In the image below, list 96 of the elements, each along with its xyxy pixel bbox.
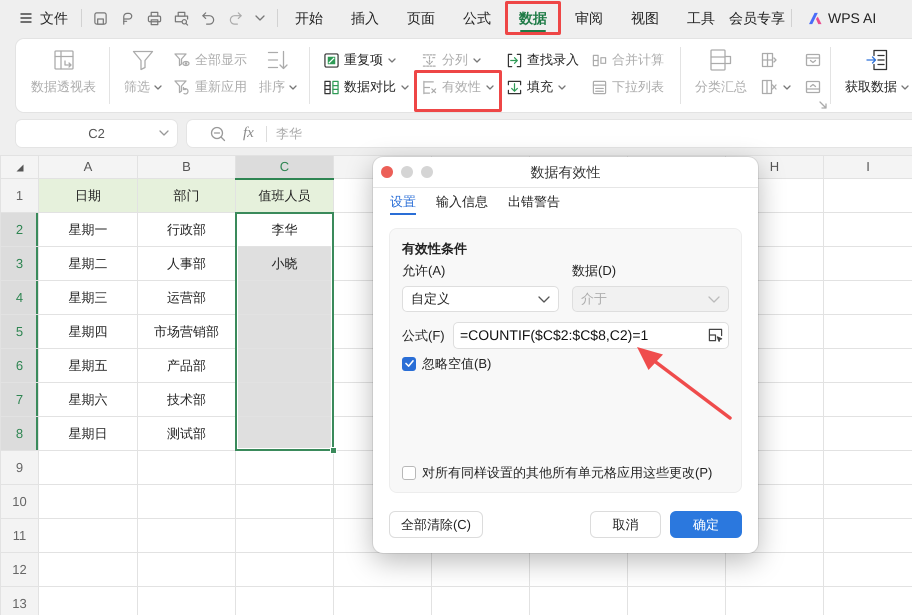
table-cell: 值班人员 (236, 178, 334, 212)
formula-field[interactable]: =COUNTIF($C$2:$C$8,C2)=1 (453, 322, 729, 349)
row-header[interactable]: 4 (0, 280, 38, 314)
row-header[interactable]: 5 (0, 314, 38, 348)
ribbon-button[interactable]: 重复项 (324, 51, 396, 69)
row-header[interactable]: 9 (0, 450, 38, 484)
dialog-button[interactable]: 取消 (590, 511, 661, 538)
function-button[interactable]: fx (243, 122, 254, 145)
column-header[interactable]: B (138, 156, 236, 178)
dialog-tab[interactable]: 出错警告 (508, 188, 560, 216)
column-header[interactable]: I (824, 156, 912, 178)
table-cell: 技术部 (138, 382, 236, 416)
fill-down-icon[interactable] (507, 80, 522, 94)
table-cell: 行政部 (138, 212, 236, 246)
row-header[interactable]: 1 (0, 178, 38, 212)
caret-icon[interactable] (901, 84, 909, 90)
column-header[interactable]: A (38, 156, 138, 178)
field-label: 公式(F) (402, 326, 446, 345)
menu-icon[interactable] (20, 13, 32, 23)
ribbon-tab[interactable]: 页面 (393, 2, 449, 34)
row-header[interactable]: 2 (0, 212, 38, 246)
name-box[interactable]: C2 (16, 120, 177, 147)
checkbox-label[interactable]: 对所有同样设置的其他所有单元格应用这些更改(P) (422, 462, 712, 482)
table-cell: 日期 (38, 178, 138, 212)
checkmark-icon (404, 360, 414, 367)
dialog-button[interactable]: 全部清除(C) (389, 511, 483, 538)
caret-icon[interactable] (401, 84, 409, 90)
save-icon[interactable] (93, 10, 108, 26)
dialog-tab[interactable]: 输入信息 (436, 188, 488, 216)
checkbox-label[interactable]: 忽略空值(B) (422, 354, 492, 374)
row-header[interactable]: 7 (0, 382, 38, 416)
compare-columns-icon[interactable] (324, 80, 339, 94)
table-cell: 市场营销部 (138, 314, 236, 348)
table-cell: 产品部 (138, 348, 236, 382)
close-icon[interactable] (381, 166, 393, 178)
table-cell: 星期四 (38, 314, 138, 348)
table-cell: 星期五 (38, 348, 138, 382)
bracket-arrow-icon[interactable] (507, 52, 522, 68)
brush-icon[interactable] (120, 10, 135, 26)
table-cell: 星期一 (38, 212, 138, 246)
row-header[interactable]: 11 (0, 518, 38, 552)
caret-icon[interactable] (558, 84, 566, 90)
checkbox[interactable] (402, 466, 416, 480)
print-icon[interactable] (147, 10, 162, 26)
ribbon-tab[interactable]: 开始 (281, 2, 337, 34)
dialog-title: 数据有效性 (530, 162, 600, 182)
row-header[interactable]: 6 (0, 348, 38, 382)
range-picker-icon[interactable] (708, 328, 723, 343)
row-header[interactable]: 3 (0, 246, 38, 280)
file-menu-button[interactable]: 文件 (20, 11, 68, 25)
table-cell: 测试部 (138, 416, 236, 450)
select-all-icon[interactable] (16, 164, 24, 172)
ribbon-tab[interactable]: 公式 (449, 2, 505, 34)
row-header[interactable]: 13 (0, 586, 38, 615)
table-cell: 部门 (138, 178, 236, 212)
row-header[interactable]: 10 (0, 484, 38, 518)
table-cell: 人事部 (138, 246, 236, 280)
field-label: 允许(A) (402, 262, 446, 280)
table-cell: 星期三 (38, 280, 138, 314)
ribbon-button[interactable]: 查找录入 (507, 51, 579, 69)
field-label: 数据(D) (572, 262, 618, 280)
confirm-button[interactable]: 确定 (670, 511, 742, 538)
ribbon-tab[interactable]: 数据 (505, 2, 561, 34)
ribbon-button[interactable]: 填充 (507, 78, 566, 96)
table-cell: 运营部 (138, 280, 236, 314)
ribbon-tab[interactable]: 视图 (617, 2, 673, 34)
ai-button[interactable]: WPS AI (808, 8, 876, 28)
print-preview-icon[interactable] (174, 10, 189, 26)
ribbon-button[interactable]: 数据对比 (324, 78, 409, 96)
dropdown-field[interactable]: 自定义 (402, 286, 559, 312)
launcher-icon[interactable] (819, 101, 827, 109)
row-header[interactable]: 8 (0, 416, 38, 450)
chevron-down-icon[interactable] (538, 296, 550, 302)
ribbon-tab[interactable]: 插入 (337, 2, 393, 34)
section-title: 有效性条件 (402, 240, 468, 258)
zoom-out-icon[interactable] (210, 126, 226, 142)
row-header[interactable]: 12 (0, 552, 38, 586)
caret-icon[interactable] (388, 58, 396, 62)
table-cell: 星期日 (38, 416, 138, 450)
checkbox[interactable] (402, 356, 416, 370)
ribbon-tab[interactable]: 审阅 (561, 2, 617, 34)
ribbon-button[interactable]: 获取数据 (845, 48, 909, 96)
table-cell: 小晓 (236, 246, 334, 280)
ribbon-tab[interactable]: 会员专享 (729, 2, 785, 34)
column-header[interactable]: C (236, 156, 334, 178)
caret-icon[interactable] (159, 130, 169, 136)
redo-icon[interactable] (228, 10, 243, 26)
ai-logo-icon[interactable] (808, 12, 823, 24)
dialog-tab[interactable]: 设置 (390, 188, 416, 216)
table-cell: 星期二 (38, 246, 138, 280)
undo-icon[interactable] (201, 10, 216, 26)
caret-icon[interactable] (255, 15, 265, 21)
highlight-square-icon[interactable] (324, 52, 339, 68)
ribbon-tab[interactable]: 工具 (673, 2, 729, 34)
table-cell: 星期六 (38, 382, 138, 416)
import-list-icon[interactable] (865, 48, 889, 72)
